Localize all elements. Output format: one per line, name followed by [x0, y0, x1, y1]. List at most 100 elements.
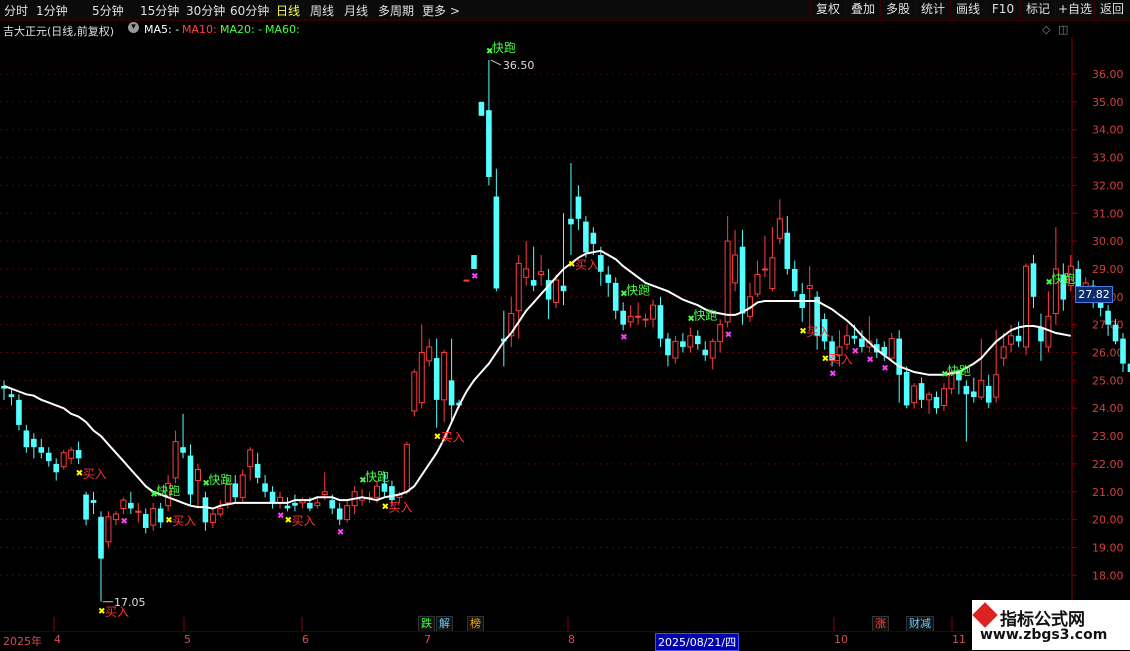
buy-signal-label: 买入	[83, 467, 107, 481]
add-watchlist-button[interactable]: +自选	[1055, 0, 1094, 19]
candle-body	[247, 449, 254, 468]
statistics-button[interactable]: 统计	[915, 0, 950, 19]
crosshair-date-label: 2025/08/21/四	[655, 633, 740, 651]
candle-body	[583, 221, 589, 253]
candle-body	[612, 282, 619, 311]
candle-body	[1015, 335, 1022, 342]
candle-body	[530, 280, 537, 286]
candle-body	[202, 497, 209, 523]
overlay-button[interactable]: 叠加	[845, 0, 880, 19]
candle-body	[209, 513, 216, 523]
candle-body	[709, 340, 716, 359]
candle-body	[239, 474, 246, 498]
restore-rights-button[interactable]: 复权	[810, 0, 845, 19]
f10-button[interactable]: F10	[985, 0, 1020, 19]
price-tick-label: 26.00	[1092, 347, 1124, 360]
collapse-icon[interactable]: ◫	[1058, 23, 1068, 36]
price-tick-label: 34.00	[1092, 124, 1124, 137]
candle-body	[717, 324, 724, 342]
high-pointer	[490, 59, 502, 66]
price-tick-label: 35.00	[1092, 96, 1124, 109]
candle-body	[568, 218, 574, 225]
candle-body	[128, 502, 134, 509]
tab-daily[interactable]: 日线	[276, 2, 300, 19]
month-label: 7	[424, 633, 431, 646]
tab-more[interactable]: 更多 >	[422, 2, 460, 19]
high-price-label: 36.50	[503, 59, 535, 72]
candle-body	[16, 399, 22, 425]
tab-30min[interactable]: 30分钟	[186, 2, 225, 19]
badge-rise[interactable]: 涨	[872, 616, 889, 632]
back-button[interactable]: 返回	[1094, 0, 1129, 19]
candle-body	[1105, 310, 1111, 325]
price-tick-label: 25.00	[1092, 374, 1124, 387]
dropdown-circle-icon[interactable]: ▾	[128, 22, 139, 33]
buy-signal-label: 买入	[291, 514, 315, 528]
candle-body	[1000, 346, 1007, 359]
candle-body	[381, 483, 388, 492]
badge-finance-reduce[interactable]: 财减	[906, 616, 934, 632]
flag-marker-icon: ✖	[337, 528, 345, 538]
candle-body	[553, 279, 560, 303]
candle-body	[1120, 338, 1126, 364]
candle-body	[680, 341, 686, 347]
tab-weekly[interactable]: 周线	[310, 2, 334, 19]
tab-1min[interactable]: 1分钟	[36, 2, 68, 19]
badge-list[interactable]: 榜	[467, 616, 484, 632]
price-tick-label: 33.00	[1092, 152, 1124, 165]
badge-fall[interactable]: 跌	[418, 616, 435, 632]
multi-stock-button[interactable]: 多股	[880, 0, 915, 19]
candle-body	[448, 380, 455, 406]
low-price-label: 17.05	[114, 596, 146, 609]
candle-body	[493, 196, 500, 289]
buy-signal-label: 买入	[829, 353, 853, 367]
candle-body	[694, 335, 701, 345]
candle-body	[776, 218, 783, 239]
candle-body	[269, 491, 276, 503]
candle-body	[978, 379, 985, 398]
tab-60min[interactable]: 60分钟	[230, 2, 269, 19]
tab-15min[interactable]: 15分钟	[140, 2, 179, 19]
buy-signal-label: 买入	[388, 500, 412, 514]
year-label: 2025年	[3, 635, 42, 648]
candle-body	[38, 447, 45, 453]
candle-body	[1023, 265, 1030, 348]
tab-timeshare[interactable]: 分时	[4, 2, 28, 19]
candle-body	[702, 349, 709, 356]
month-label: 4	[54, 633, 61, 646]
candle-body	[486, 110, 492, 178]
candle-body	[292, 502, 298, 506]
candle-body	[426, 346, 433, 362]
kline-chart[interactable]: 36.00 35.00 34.00 33.00 32.00 31.00 30.00 29.00…	[0, 37, 1130, 631]
candle-body	[993, 374, 1000, 398]
candle-body	[911, 385, 918, 404]
candle-body	[172, 441, 179, 479]
diamond-icon[interactable]: ◇	[1042, 23, 1050, 36]
candle-body	[791, 268, 798, 292]
price-tick-label: 24.00	[1092, 402, 1124, 415]
candle-body	[194, 468, 201, 482]
flag-marker-icon: ✖	[881, 364, 889, 374]
badge-unlock[interactable]: 解	[436, 616, 453, 632]
price-tick-label: 29.00	[1092, 263, 1124, 276]
draw-line-button[interactable]: 画线	[950, 0, 985, 19]
candle-body	[471, 255, 477, 269]
buy-signal-label: 买入	[806, 325, 830, 339]
candle-body	[98, 516, 104, 559]
price-tick-label: 20.00	[1092, 514, 1124, 527]
candle-body	[918, 383, 925, 400]
tab-multi-period[interactable]: 多周期	[378, 2, 414, 19]
candle-body	[538, 271, 545, 276]
sell-signal-label: 快跑	[626, 283, 650, 297]
price-tick-label: 23.00	[1092, 430, 1124, 443]
candle-body	[433, 358, 440, 400]
tab-5min[interactable]: 5分钟	[92, 2, 124, 19]
candle-body	[560, 285, 567, 292]
tab-monthly[interactable]: 月线	[344, 2, 368, 19]
ma10-label: MA10: -	[182, 23, 225, 36]
mark-button[interactable]: 标记	[1020, 0, 1055, 19]
candle-body	[1112, 324, 1119, 342]
candle-body	[135, 510, 142, 513]
candle-body	[90, 500, 97, 503]
candle-body	[23, 430, 30, 448]
